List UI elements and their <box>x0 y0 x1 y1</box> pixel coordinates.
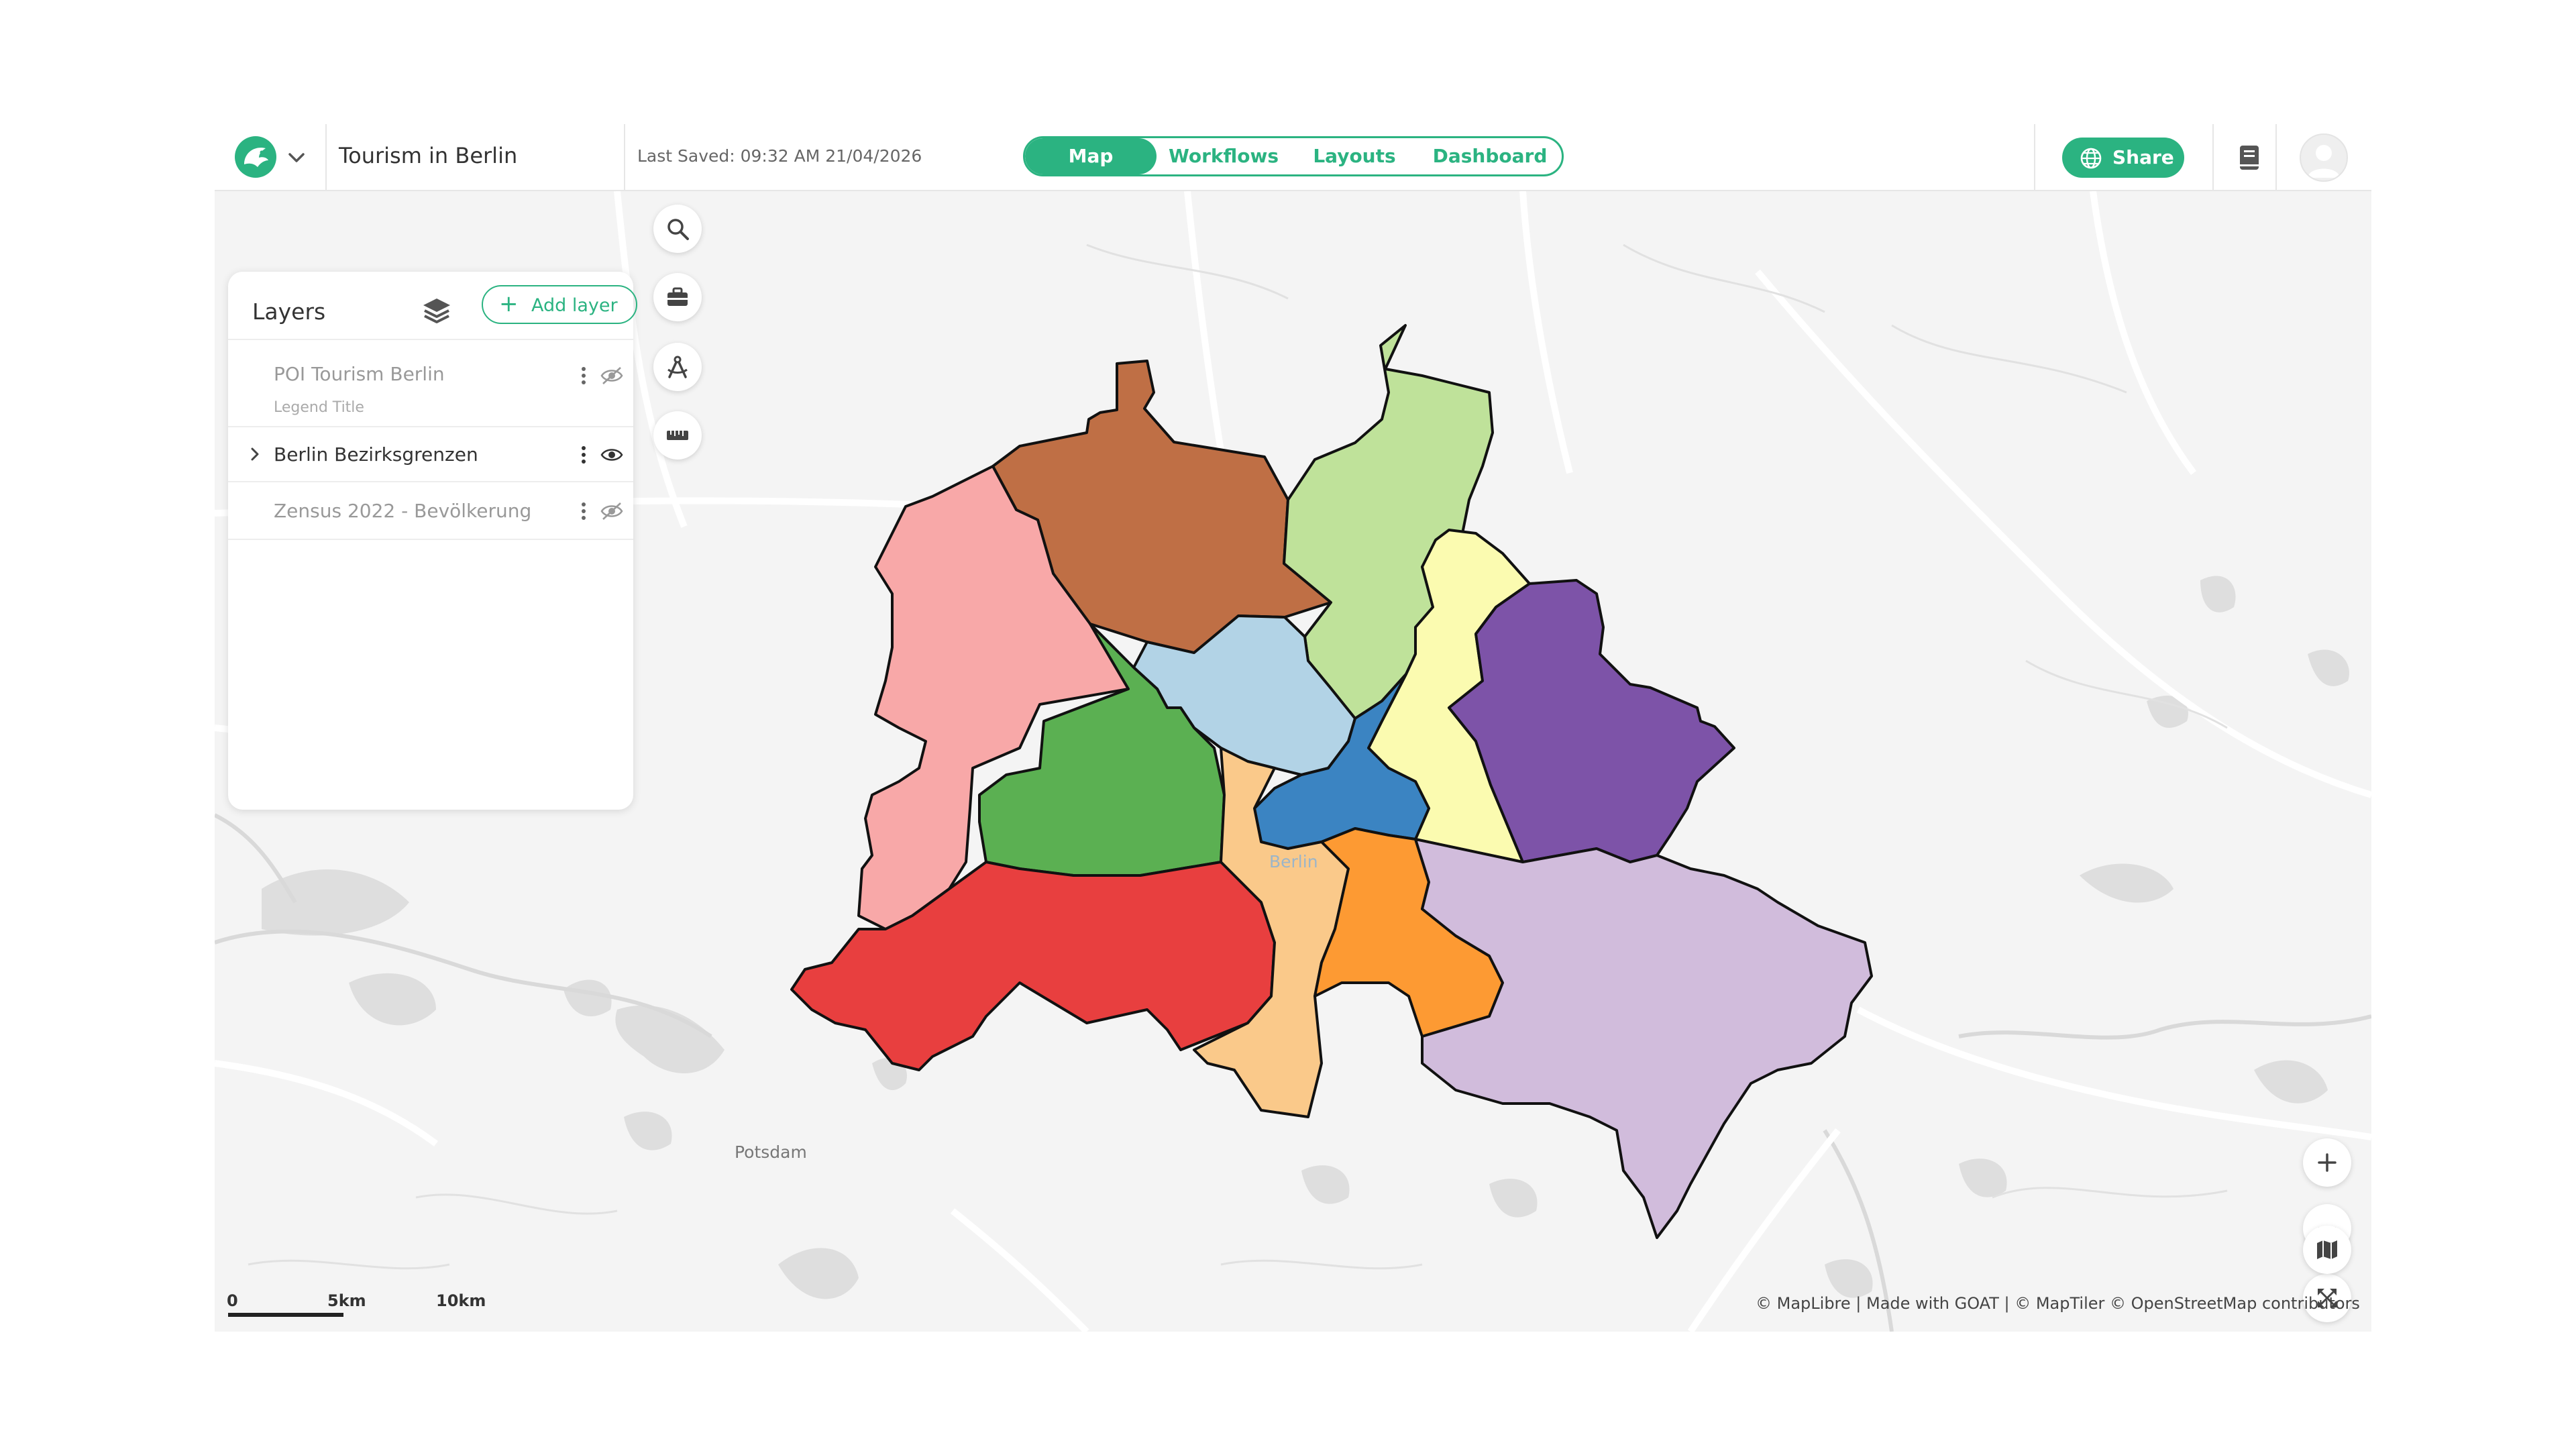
tab-dashboard[interactable]: Dashboard <box>1418 138 1562 174</box>
layers-stack-icon[interactable] <box>421 294 453 329</box>
toolbox-button[interactable] <box>653 273 702 321</box>
header-divider <box>2034 124 2035 190</box>
add-layer-button[interactable]: + Add layer <box>482 285 637 324</box>
scale-label-zero: 0 <box>227 1291 238 1310</box>
search-button[interactable] <box>653 205 702 253</box>
layers-panel-title: Layers <box>252 299 326 325</box>
layer-name: POI Tourism Berlin <box>274 363 445 385</box>
search-icon <box>667 219 689 240</box>
eye-off-icon[interactable] <box>600 501 623 524</box>
layers-panel: Layers + Add layer POI Tourism Berlin Le… <box>228 272 637 810</box>
layer-legend-title: Legend Title <box>274 399 364 416</box>
chevron-down-icon[interactable] <box>283 144 310 171</box>
view-tabs: Map Workflows Layouts Dashboard <box>1023 136 1564 176</box>
last-saved-text: Last Saved: 09:32 AM 21/04/2026 <box>637 146 922 166</box>
basemap-icon <box>2317 1240 2337 1259</box>
scale-bar <box>228 1313 343 1317</box>
header-divider <box>2212 124 2214 190</box>
share-label: Share <box>2112 146 2174 168</box>
user-avatar-icon[interactable] <box>2300 133 2348 182</box>
header-divider <box>325 124 327 190</box>
globe-icon <box>2080 148 2102 169</box>
more-vert-icon[interactable] <box>580 366 587 388</box>
plus-icon: + <box>499 290 519 317</box>
share-button[interactable]: Share <box>2062 138 2184 178</box>
panel-divider <box>228 539 633 540</box>
book-icon[interactable] <box>2237 144 2261 174</box>
scale-label-10km: 10km <box>436 1291 486 1310</box>
ruler-icon <box>667 431 688 440</box>
map-canvas[interactable]: Berlin Potsdam Layers + Add layer POI To… <box>215 191 2371 1332</box>
top-header: Tourism in Berlin Last Saved: 09:32 AM 2… <box>215 124 2371 191</box>
tab-workflows[interactable]: Workflows <box>1157 138 1291 174</box>
basemap-button[interactable] <box>2303 1226 2351 1274</box>
map-attribution[interactable]: © MapLibre | Made with GOAT | © MapTiler… <box>1756 1294 2360 1313</box>
city-label-berlin: Berlin <box>1269 852 1318 871</box>
toolbox-icon <box>667 287 688 306</box>
city-label-potsdam: Potsdam <box>735 1142 807 1162</box>
draw-button[interactable] <box>653 343 702 391</box>
more-vert-icon[interactable] <box>580 501 587 524</box>
header-divider <box>624 124 625 190</box>
district-polygons <box>790 324 1873 1239</box>
compass-icon <box>667 356 688 378</box>
measure-button[interactable] <box>653 411 702 460</box>
project-title[interactable]: Tourism in Berlin <box>339 143 517 168</box>
layer-name: Berlin Bezirksgrenzen <box>274 443 478 466</box>
tab-map[interactable]: Map <box>1025 138 1157 174</box>
layer-name: Zensus 2022 - Bevölkerung <box>274 500 532 522</box>
scale-label-5km: 5km <box>327 1291 366 1310</box>
header-divider <box>2275 124 2277 190</box>
zoom-in-button[interactable] <box>2303 1138 2351 1187</box>
eye-icon[interactable] <box>600 445 623 468</box>
chevron-right-icon[interactable] <box>247 445 263 466</box>
add-layer-label: Add layer <box>531 295 618 316</box>
layer-row-bezirksgrenzen[interactable]: Berlin Bezirksgrenzen <box>228 427 633 481</box>
more-vert-icon[interactable] <box>580 445 587 468</box>
layer-row-zensus[interactable]: Zensus 2022 - Bevölkerung <box>228 482 633 539</box>
zoom-in-icon <box>2318 1153 2337 1172</box>
eye-off-icon[interactable] <box>600 366 623 388</box>
layer-row-poi[interactable]: POI Tourism Berlin Legend Title <box>228 340 633 426</box>
app-window: Tourism in Berlin Last Saved: 09:32 AM 2… <box>215 124 2371 1332</box>
goat-logo-icon[interactable] <box>235 136 276 178</box>
tab-layouts[interactable]: Layouts <box>1291 138 1418 174</box>
